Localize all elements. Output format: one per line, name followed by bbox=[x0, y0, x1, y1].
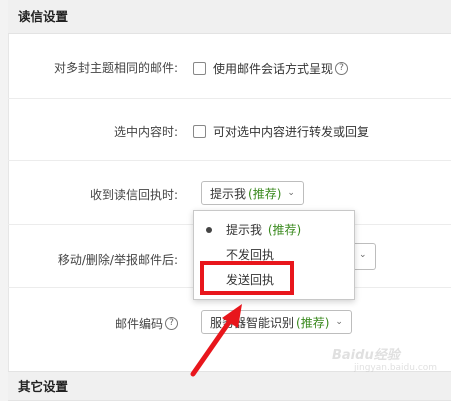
row-selection-action: 选中内容时: 可对选中内容进行转发或回复 bbox=[8, 99, 451, 161]
encoding-select-value: 服务器智能识别 bbox=[210, 315, 295, 330]
annotation-highlight-box bbox=[200, 261, 294, 295]
encoding-select[interactable]: 服务器智能识别 (推荐) ⌄ bbox=[201, 310, 352, 334]
thread-mode-checkbox[interactable] bbox=[193, 62, 206, 75]
selection-action-option-label: 可对选中内容进行转发或回复 bbox=[213, 125, 370, 139]
encoding-select-tag: (推荐) bbox=[296, 315, 330, 330]
read-receipt-select[interactable]: 提示我 (推荐) ⌄ bbox=[201, 181, 304, 205]
row-thread-mode: 对多封主题相同的邮件: 使用邮件会话方式呈现 ? bbox=[8, 34, 451, 99]
chevron-down-icon: ⌄ bbox=[359, 250, 367, 260]
thread-mode-label: 对多封主题相同的邮件: bbox=[53, 61, 178, 75]
move-delete-label: 移动/删除/举报邮件后: bbox=[57, 253, 178, 267]
encoding-label: 邮件编码 bbox=[114, 317, 163, 331]
read-receipt-select-tag: (推荐) bbox=[248, 186, 282, 201]
baidu-watermark: Baidu经验 jingyan.baidu.com bbox=[332, 340, 444, 380]
dropdown-item-tag: (推荐) bbox=[267, 223, 302, 237]
selection-action-checkbox[interactable] bbox=[193, 125, 206, 138]
chevron-down-icon: ⌄ bbox=[287, 188, 295, 198]
move-delete-select[interactable]: ⌄ bbox=[352, 243, 376, 270]
help-icon[interactable]: ? bbox=[335, 62, 349, 75]
dropdown-item-label: 不发回执 bbox=[226, 248, 275, 262]
chevron-down-icon: ⌄ bbox=[335, 317, 343, 327]
thread-mode-control[interactable]: 使用邮件会话方式呈现 ? bbox=[193, 60, 349, 77]
watermark-text: Baidu经验 bbox=[332, 348, 400, 363]
selection-action-control[interactable]: 可对选中内容进行转发或回复 bbox=[193, 123, 369, 140]
encoding-label-wrap: 邮件编码 ? bbox=[115, 315, 178, 332]
selection-action-label: 选中内容时: bbox=[113, 125, 178, 139]
help-icon[interactable]: ? bbox=[165, 317, 178, 330]
section-header-read-settings: 读信设置 bbox=[8, 0, 451, 34]
dropdown-item-label: 提示我 bbox=[226, 223, 263, 237]
dropdown-item-prompt-me[interactable]: 提示我 (推荐) bbox=[194, 217, 354, 243]
watermark-sub: jingyan.baidu.com bbox=[354, 363, 438, 373]
read-receipt-select-value: 提示我 bbox=[210, 186, 247, 201]
thread-mode-option-label: 使用邮件会话方式呈现 bbox=[213, 62, 334, 76]
read-receipt-label: 收到读信回执时: bbox=[89, 188, 178, 202]
selected-bullet-icon bbox=[206, 227, 212, 233]
